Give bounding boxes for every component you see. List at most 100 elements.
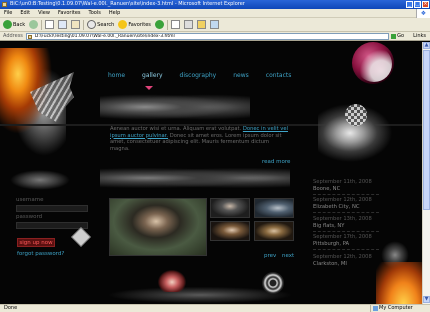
scroll-up-icon[interactable]: ▲ xyxy=(423,42,430,49)
gallery-thumbnail[interactable] xyxy=(210,198,250,218)
intro-text: Aenean auctor wisi et urna. Aliquam erat… xyxy=(110,126,290,152)
search-label: Search xyxy=(97,21,115,28)
menu-favorites[interactable]: Favorites xyxy=(54,10,85,16)
nav-home[interactable]: home xyxy=(108,72,125,79)
computer-icon xyxy=(373,306,378,311)
menu-bar: File Edit View Favorites Tools Help ❖ xyxy=(0,8,430,18)
stop-icon xyxy=(45,20,55,29)
address-value: D:\Fuckl\Testing\01.09.07\Wal-e.00l._Ran… xyxy=(34,33,175,39)
event-city: Boone, NC xyxy=(313,185,341,192)
nav-gallery[interactable]: gallery xyxy=(142,72,163,79)
gallery-main-photo xyxy=(109,198,207,256)
folder-button[interactable] xyxy=(196,19,207,30)
status-text: Done xyxy=(4,305,18,311)
gallery-thumbnail[interactable] xyxy=(210,221,250,241)
history-button[interactable] xyxy=(154,19,165,30)
gallery-thumbnail[interactable] xyxy=(254,198,294,218)
stop-button[interactable] xyxy=(44,19,55,30)
gallery-next-link[interactable]: next xyxy=(282,253,294,259)
favorites-button[interactable]: Favorites xyxy=(117,19,152,30)
toolbar-separator xyxy=(41,19,43,30)
gallery-thumbnail[interactable] xyxy=(254,221,294,241)
go-label: Go xyxy=(397,33,405,39)
forward-button[interactable] xyxy=(28,19,39,30)
menu-edit[interactable]: Edit xyxy=(16,10,34,16)
forgot-password-link[interactable]: forgot password? xyxy=(17,251,64,257)
print-icon xyxy=(183,20,193,29)
password-label: password xyxy=(16,214,43,220)
event-city: Elizabeth City, NC xyxy=(313,203,360,210)
event-divider xyxy=(313,231,379,232)
maximize-icon[interactable]: □ xyxy=(414,1,421,8)
event-divider xyxy=(313,249,379,250)
fire-art-image xyxy=(376,262,422,304)
favorites-label: Favorites xyxy=(128,21,151,28)
minimize-icon[interactable]: _ xyxy=(406,1,413,8)
nav-discography[interactable]: discography xyxy=(180,72,217,79)
scroll-down-icon[interactable]: ▼ xyxy=(423,296,430,303)
refresh-icon xyxy=(58,20,68,29)
vertical-scrollbar[interactable]: ▲ ▼ xyxy=(422,42,430,304)
smoke-decoration xyxy=(100,166,290,190)
folder-icon xyxy=(196,20,206,29)
mail-button[interactable] xyxy=(170,19,181,30)
event-item: September 13th, 2008 Big flats, NY xyxy=(313,216,381,229)
event-item: September 12th, 2008 Clarkston, MI xyxy=(313,254,381,267)
password-input[interactable] xyxy=(16,222,88,229)
toolbar-separator xyxy=(166,19,168,30)
event-city: Clarkston, MI xyxy=(313,260,347,267)
menu-view[interactable]: View xyxy=(34,10,54,16)
planet-highlight xyxy=(356,46,392,82)
print-button[interactable] xyxy=(183,19,194,30)
username-input[interactable] xyxy=(16,205,88,212)
read-more-link[interactable]: read more xyxy=(262,159,290,165)
menu-tools[interactable]: Tools xyxy=(85,10,105,16)
event-city: Pittsburgh, PA xyxy=(313,240,350,247)
messenger-icon xyxy=(209,20,219,29)
home-button[interactable] xyxy=(70,19,81,30)
signup-button[interactable]: sign up now xyxy=(17,238,55,247)
event-item: September 17th, 2008 Pittsburgh, PA xyxy=(313,234,381,247)
back-label: Back xyxy=(13,21,26,28)
page-icon xyxy=(2,2,7,7)
menu-help[interactable]: Help xyxy=(105,10,124,16)
back-button[interactable]: Back xyxy=(2,19,26,30)
login-submit-icon[interactable] xyxy=(71,227,91,247)
event-item: September 11th, 2008 Boone, NC xyxy=(313,179,381,192)
checkered-decoration xyxy=(345,104,367,126)
zone-label: My Computer xyxy=(379,305,413,311)
smoke-decoration xyxy=(100,92,250,122)
security-zone: My Computer xyxy=(370,305,413,312)
main-nav: home gallery discography news contacts xyxy=(108,72,308,79)
back-arrow-icon xyxy=(3,20,12,29)
gallery-prev-link[interactable]: prev xyxy=(264,253,276,259)
nav-contacts[interactable]: contacts xyxy=(266,72,292,79)
browser-toolbar: Back Search Favorites xyxy=(0,18,430,32)
lips-art-image xyxy=(158,270,186,292)
refresh-button[interactable] xyxy=(57,19,68,30)
event-divider xyxy=(313,212,379,213)
search-button[interactable]: Search xyxy=(86,19,115,30)
home-icon xyxy=(71,20,81,29)
address-bar: Address D:\Fuckl\Testing\01.09.07\Wal-e.… xyxy=(0,32,430,41)
event-date: September 12th, 2008 xyxy=(313,254,372,260)
windows-logo-icon: ❖ xyxy=(416,8,430,18)
scroll-thumb[interactable] xyxy=(423,50,430,210)
go-button[interactable]: Go xyxy=(391,33,407,40)
smoke-decoration xyxy=(10,170,70,190)
go-arrow-icon xyxy=(391,33,397,39)
forward-arrow-icon xyxy=(29,20,39,29)
nav-news[interactable]: news xyxy=(233,72,249,79)
close-icon[interactable]: × xyxy=(422,1,429,8)
event-divider xyxy=(313,194,379,195)
window-titlebar: BiC:\un0:B:Testing\0.1.09.07\Wal-e.00l._… xyxy=(0,0,430,9)
messenger-button[interactable] xyxy=(209,19,220,30)
star-icon xyxy=(118,20,128,29)
menu-file[interactable]: File xyxy=(0,10,16,16)
history-icon xyxy=(154,20,164,29)
links-button[interactable]: Links xyxy=(409,33,430,39)
address-label: Address xyxy=(3,33,23,39)
username-label: username xyxy=(16,197,44,203)
address-input[interactable]: D:\Fuckl\Testing\01.09.07\Wal-e.00l._Ran… xyxy=(25,32,390,40)
search-icon xyxy=(87,20,97,29)
